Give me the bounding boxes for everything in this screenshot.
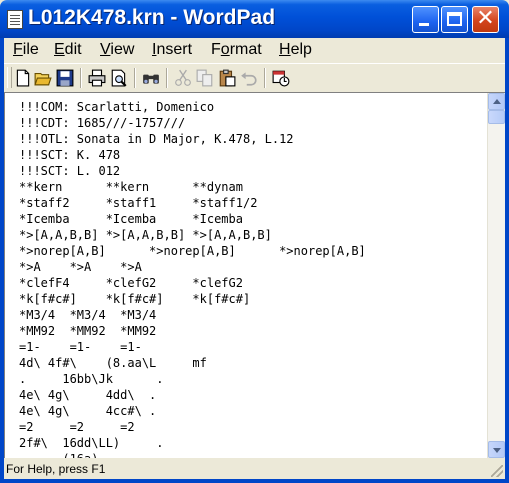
text-line: *clefF4 *clefG2 *clefG2: [19, 276, 243, 290]
text-line: *k[f#c#] *k[f#c#] *k[f#c#]: [19, 292, 251, 306]
menu-edit-rest: dit: [64, 41, 82, 58]
text-line: *Icemba *Icemba *Icemba: [19, 212, 243, 226]
wordpad-window: L012K478.krn - WordPad ✕ File Edit View …: [0, 0, 509, 483]
close-button[interactable]: ✕: [472, 6, 499, 33]
window-frame-right: [505, 38, 509, 483]
text-line: 2f#\ 16dd\LL) .: [19, 436, 164, 450]
text-line: !!!OTL: Sonata in D Major, K.478, L.12: [19, 132, 294, 146]
text-line: !!!CDT: 1685///-1757///: [19, 116, 186, 130]
window-frame-bottom: [0, 479, 509, 483]
menu-file-rest: ile: [22, 41, 39, 58]
text-line: *staff2 *staff1 *staff1/2: [19, 196, 258, 210]
menu-help-accel: H: [279, 41, 291, 58]
open-icon[interactable]: [34, 69, 52, 87]
down-arrow-icon: [493, 448, 501, 453]
scroll-down-button[interactable]: [488, 441, 505, 458]
menu-view[interactable]: View: [100, 41, 134, 59]
text-line: **kern **kern **dynam: [19, 180, 243, 194]
paste-icon[interactable]: [218, 69, 236, 87]
text-line: 4e\ 4g\ 4dd\ .: [19, 388, 157, 402]
text-line: 4d\ 4f#\ (8.aa\L mf: [19, 356, 207, 370]
toolbar-separator: [264, 68, 266, 88]
toolbar-separator: [80, 68, 82, 88]
menu-help-rest: elp: [290, 41, 312, 58]
menu-edit[interactable]: Edit: [54, 41, 82, 59]
title-bar[interactable]: L012K478.krn - WordPad ✕: [0, 0, 509, 38]
menu-format-accel: o: [220, 41, 230, 58]
text-line: !!!COM: Scarlatti, Domenico: [19, 100, 215, 114]
menu-edit-accel: E: [54, 41, 65, 58]
print-preview-icon[interactable]: [110, 69, 128, 87]
save-icon[interactable]: [56, 69, 74, 87]
menu-bar: File Edit View Insert Format Help: [4, 38, 505, 61]
wordpad-document-icon[interactable]: [7, 10, 23, 29]
menu-insert-rest: nsert: [156, 41, 193, 58]
toolbar-separator: [134, 68, 136, 88]
text-line: (16a): [19, 451, 366, 458]
menu-file[interactable]: File: [13, 41, 39, 59]
menu-format[interactable]: Format: [211, 41, 262, 59]
menu-file-accel: F: [13, 41, 23, 58]
menu-help[interactable]: Help: [279, 41, 312, 59]
resize-grip-icon[interactable]: [491, 465, 503, 477]
text-line: *M3/4 *M3/4 *M3/4: [19, 308, 157, 322]
menu-view-accel: V: [100, 41, 111, 58]
toolbar-grip[interactable]: [7, 67, 12, 88]
date-time-icon[interactable]: [272, 69, 290, 87]
text-line: . 16bb\Jk .: [19, 372, 164, 386]
undo-icon[interactable]: [240, 69, 258, 87]
text-line: *>norep[A,B] *>norep[A,B] *>norep[A,B]: [19, 244, 366, 258]
minimize-button[interactable]: [412, 6, 439, 33]
menu-format-lead: F: [211, 41, 221, 58]
copy-icon[interactable]: [196, 69, 214, 87]
text-line: *>A *>A *>A: [19, 260, 142, 274]
scroll-thumb[interactable]: [488, 110, 505, 124]
minimize-icon: [419, 23, 429, 26]
status-bar: For Help, press F1: [4, 459, 505, 479]
maximize-icon: [447, 12, 462, 26]
print-icon[interactable]: [88, 69, 106, 87]
text-line: =1- =1- =1-: [19, 340, 142, 354]
new-icon[interactable]: [14, 69, 32, 87]
up-arrow-icon: [493, 99, 501, 104]
window-title: L012K478.krn - WordPad: [28, 6, 276, 29]
scroll-up-button[interactable]: [488, 93, 505, 110]
maximize-button[interactable]: [441, 6, 468, 33]
menu-insert[interactable]: Insert: [152, 41, 192, 59]
cut-icon[interactable]: [174, 69, 192, 87]
document-text[interactable]: !!!COM: Scarlatti, Domenico !!!CDT: 1685/…: [19, 99, 366, 458]
text-line: !!!SCT: K. 478: [19, 148, 121, 162]
text-line: =2 =2 =2: [19, 420, 135, 434]
close-icon: ✕: [476, 6, 495, 31]
standard-toolbar: [4, 63, 505, 93]
status-text: For Help, press F1: [6, 462, 106, 476]
menu-format-rest: rmat: [229, 41, 262, 58]
menu-view-rest: iew: [110, 41, 135, 58]
text-line: *MM92 *MM92 *MM92: [19, 324, 157, 338]
text-line: *>[A,A,B,B] *>[A,A,B,B] *>[A,A,B,B]: [19, 228, 272, 242]
text-line: 4e\ 4g\ 4cc#\ .: [19, 404, 157, 418]
find-icon[interactable]: [142, 69, 160, 87]
text-line: !!!SCT: L. 012: [19, 164, 121, 178]
vertical-scrollbar[interactable]: [487, 93, 505, 458]
document-editor[interactable]: !!!COM: Scarlatti, Domenico !!!CDT: 1685/…: [4, 92, 505, 458]
toolbar-separator: [166, 68, 168, 88]
